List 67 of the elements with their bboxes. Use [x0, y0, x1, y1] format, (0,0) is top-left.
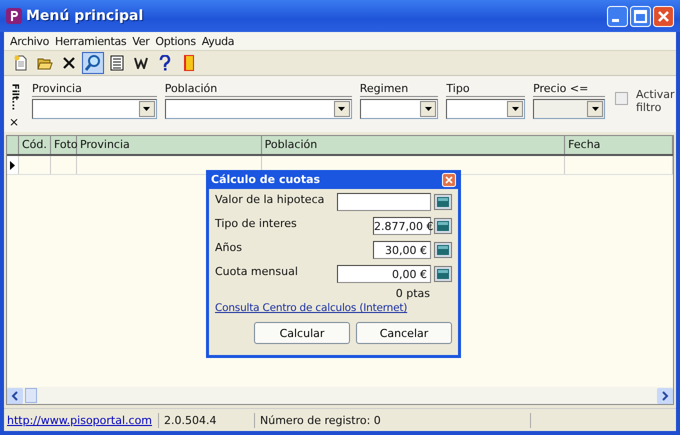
filter-label: Regimen	[360, 82, 438, 97]
checkbox[interactable]	[615, 92, 628, 105]
menu-item[interactable]: Options	[155, 34, 196, 48]
search-tool-button[interactable]	[82, 52, 104, 74]
filter-dropdown[interactable]	[164, 99, 352, 119]
maximize-icon[interactable]	[630, 6, 651, 26]
input-field[interactable]: 0,00 €	[337, 265, 431, 283]
version-text: 2.0.504.4	[158, 412, 254, 428]
field-label: Cuota mensual	[215, 265, 299, 278]
x-icon	[61, 55, 77, 71]
close-icon[interactable]	[653, 6, 674, 26]
input-field[interactable]: 30,00 €	[373, 241, 431, 259]
scroll-right-icon[interactable]	[657, 388, 673, 404]
filter-dropdown[interactable]	[360, 99, 438, 119]
list-icon	[110, 55, 124, 71]
column-header[interactable]: Provincia	[76, 136, 262, 154]
website-link[interactable]: http://www.pisoportal.com	[4, 414, 158, 426]
calculator-icon[interactable]	[434, 266, 452, 282]
filter-label: Filt...	[9, 84, 19, 110]
input-field[interactable]	[337, 193, 431, 211]
column-header[interactable]: Foto	[50, 136, 77, 154]
input-field[interactable]: 2.877,00 €	[373, 217, 431, 235]
record-count: Número de registro: 0	[254, 412, 530, 428]
filter-label: Provincia	[32, 82, 157, 97]
calculator-icon[interactable]	[434, 218, 452, 234]
w-icon	[134, 57, 148, 69]
calculate-button[interactable]: Calcular	[254, 322, 350, 344]
door-icon	[183, 54, 195, 72]
filter-dropdown[interactable]	[32, 99, 157, 119]
column-header[interactable]: Cód.	[18, 136, 51, 154]
search-icon	[84, 54, 102, 72]
filter-label: Población	[164, 82, 352, 97]
calculator-icon[interactable]	[434, 242, 452, 258]
filter-label: Tipo	[446, 82, 526, 97]
menu-item[interactable]: Herramientas	[55, 34, 126, 48]
field-label: Años	[215, 241, 243, 254]
question-icon	[159, 55, 171, 71]
internet-link[interactable]: Consulta Centro de calculos (Internet)	[215, 302, 452, 314]
dropdown-arrow-icon	[424, 107, 432, 111]
close-icon[interactable]	[442, 172, 456, 186]
menu-item[interactable]: Archivo	[10, 34, 50, 48]
pesetas-amount: 0 ptas	[394, 287, 431, 300]
scroll-left-icon[interactable]	[7, 388, 23, 404]
app-icon	[6, 8, 22, 24]
document-icon	[13, 55, 29, 71]
window-title: Menú principal	[26, 8, 144, 24]
close-filter-button[interactable]: ×	[8, 116, 20, 128]
calculator-icon[interactable]	[434, 194, 452, 210]
row-pointer-icon	[10, 160, 15, 170]
field-label: Valor de la hipoteca	[215, 193, 326, 206]
filter-label: Precio <=	[533, 82, 605, 97]
horizontal-scrollbar[interactable]	[7, 387, 673, 404]
checkbox-label: Activar filtro	[636, 88, 676, 114]
dropdown-arrow-icon	[592, 107, 598, 111]
dropdown-arrow-icon	[338, 107, 346, 111]
menu-item[interactable]: Ayuda	[202, 34, 234, 48]
dialog-title: Cálculo de cuotas	[211, 173, 320, 186]
cancel-button[interactable]: Cancelar	[356, 322, 452, 344]
filter-dropdown[interactable]	[446, 99, 526, 119]
scrollbar-thumb[interactable]	[25, 388, 37, 403]
column-header[interactable]: Fecha	[565, 136, 673, 154]
menu-item[interactable]: Ver	[132, 34, 150, 48]
dropdown-arrow-icon	[512, 107, 519, 111]
dropdown-arrow-icon	[143, 107, 150, 111]
column-header[interactable]: Población	[262, 136, 566, 154]
field-label: Tipo de interes	[215, 217, 298, 230]
minimize-icon[interactable]	[607, 6, 628, 26]
